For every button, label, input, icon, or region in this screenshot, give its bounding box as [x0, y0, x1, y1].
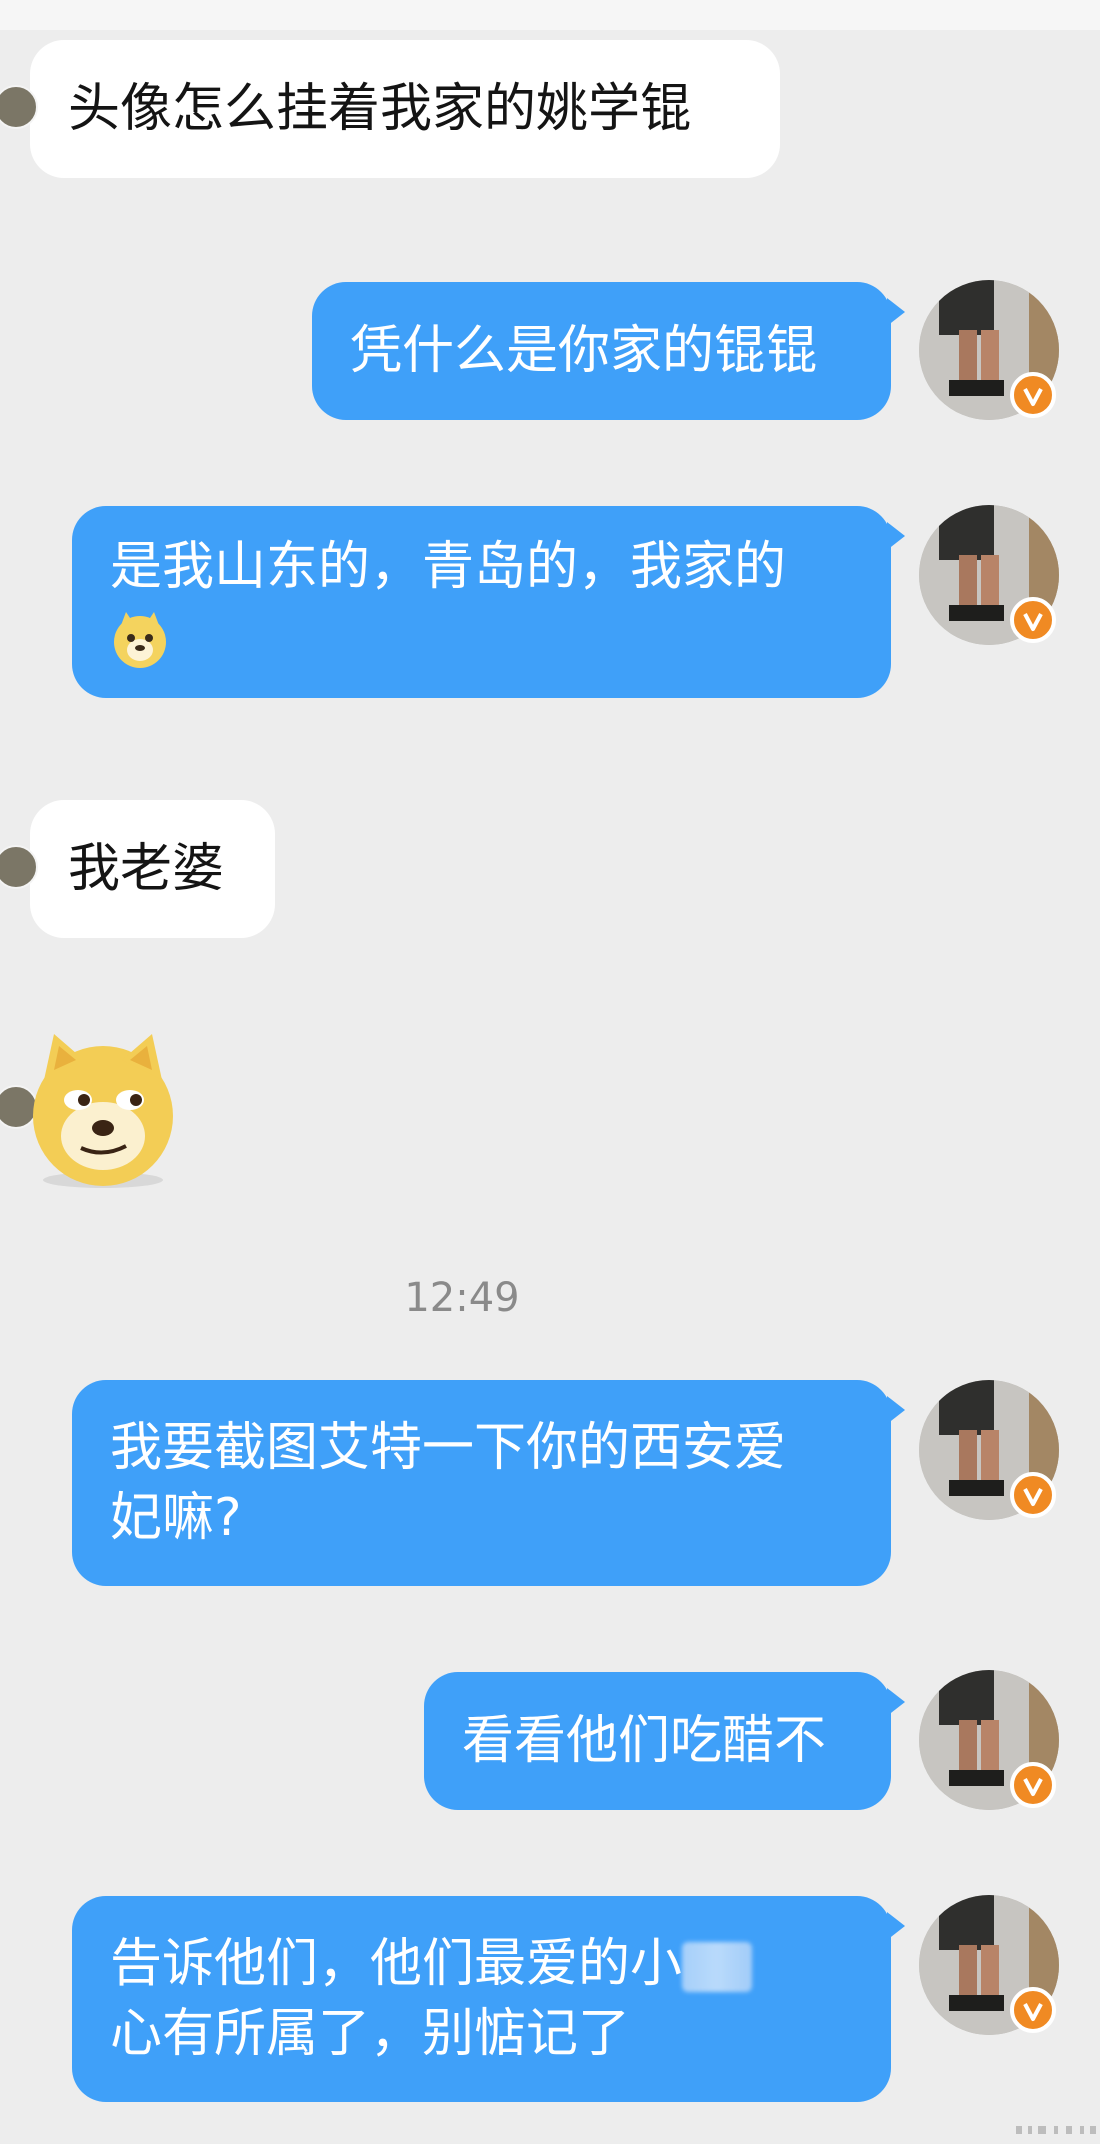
verified-v-icon: [1010, 1762, 1056, 1808]
verified-v-icon: [1010, 597, 1056, 643]
incoming-message-bubble[interactable]: 我老婆: [0, 800, 275, 938]
message-timestamp: 12:49: [404, 1275, 520, 1321]
message-line: 告诉他们，他们最爱的小: [110, 1929, 853, 1999]
redacted-text: [682, 1942, 753, 1992]
message-text: 是我山东的，青岛的，我家的: [110, 537, 787, 597]
message-text: 告诉他们，他们最爱的小: [110, 1934, 683, 1994]
message-text: 头像怎么挂着我家的姚学锟: [68, 79, 693, 139]
peer-avatar-edge[interactable]: [0, 845, 38, 889]
outgoing-message-bubble[interactable]: 凭什么是你家的锟锟: [312, 282, 905, 420]
message-text: 我要截图艾特一下你的西安爱: [110, 1418, 787, 1478]
outgoing-message-bubble[interactable]: 看看他们吃醋不: [424, 1672, 905, 1810]
doge-emoji: [114, 612, 166, 668]
chat-thread[interactable]: 头像怎么挂着我家的姚学锟 凭什么是你家的锟锟 是我山东的，青岛的，我家的 我老婆: [0, 0, 1100, 2144]
verified-v-icon: [1010, 372, 1056, 418]
incoming-message-bubble[interactable]: 头像怎么挂着我家的姚学锟: [0, 40, 780, 178]
outgoing-message-bubble[interactable]: 我要截图艾特一下你的西安爱 妃嘛?: [72, 1380, 905, 1586]
message-text: 我老婆: [68, 839, 225, 899]
doge-sticker[interactable]: [26, 1030, 180, 1190]
message-text: 心有所属了，别惦记了: [110, 2004, 631, 2064]
emoji-line: [110, 602, 853, 672]
verified-v-icon: [1010, 1472, 1056, 1518]
peer-avatar-edge[interactable]: [0, 85, 38, 129]
watermark-marks: [1016, 2126, 1096, 2134]
outgoing-message-bubble[interactable]: 是我山东的，青岛的，我家的: [72, 506, 905, 698]
message-text: 妃嘛?: [110, 1488, 242, 1548]
message-text: 凭什么是你家的锟锟: [350, 321, 819, 381]
message-text: 看看他们吃醋不: [462, 1711, 827, 1771]
outgoing-message-bubble[interactable]: 告诉他们，他们最爱的小 心有所属了，别惦记了: [72, 1896, 905, 2102]
verified-v-icon: [1010, 1987, 1056, 2033]
